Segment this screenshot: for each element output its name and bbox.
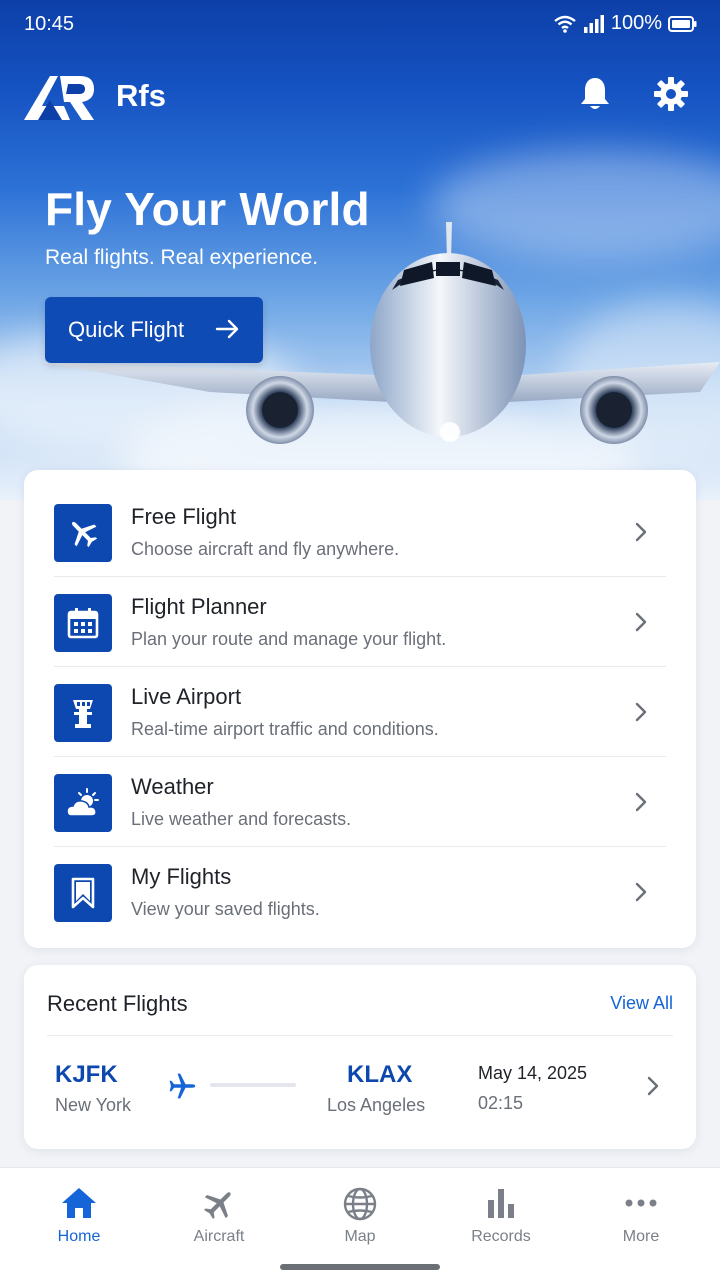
menu-item-desc: Live weather and forecasts. (131, 809, 352, 829)
gear-icon (654, 77, 688, 111)
feature-menu: Free Flight Choose aircraft and fly anyw… (24, 470, 696, 948)
app-name: Rfs (116, 78, 166, 113)
menu-item-title: Free Flight (131, 504, 237, 529)
menu-item-title: Flight Planner (131, 594, 267, 619)
menu-item-live-airport[interactable]: Live Airport Real-time airport traffic a… (54, 667, 666, 757)
nav-label: Map (344, 1228, 376, 1245)
chevron-right-icon (647, 1076, 659, 1096)
battery-icon (668, 15, 697, 32)
hero-subtitle: Real flights. Real experience. (45, 246, 319, 269)
destination-code: KLAX (347, 1061, 413, 1088)
airplane-icon (204, 1192, 231, 1219)
menu-item-desc: Real-time airport traffic and conditions… (131, 719, 439, 739)
status-indicators: 100% (553, 12, 698, 35)
more-dots-icon (625, 1199, 657, 1207)
globe-icon (343, 1187, 377, 1221)
calendar-icon (54, 594, 112, 652)
app-logo (24, 76, 94, 120)
status-time: 10:45 (24, 13, 75, 35)
airplane-icon (169, 1073, 196, 1099)
home-indicator[interactable] (280, 1264, 440, 1270)
menu-item-title: Weather (131, 774, 214, 799)
chevron-right-icon (635, 792, 647, 812)
chevron-right-icon (635, 882, 647, 902)
airplane-icon (54, 504, 112, 562)
recent-flights-card: Recent Flights View All KJFK New York KL… (24, 965, 696, 1149)
menu-item-title: Live Airport (131, 684, 242, 709)
quick-flight-label: Quick Flight (68, 317, 185, 342)
app-bar: Rfs (0, 62, 720, 132)
menu-item-free-flight[interactable]: Free Flight Choose aircraft and fly anyw… (54, 487, 666, 577)
view-all-link[interactable]: View All (610, 993, 673, 1014)
recent-flights-title: Recent Flights (47, 991, 188, 1016)
status-bar: 10:45 100% (0, 0, 720, 50)
menu-item-my-flights[interactable]: My Flights View your saved flights. (54, 847, 666, 937)
menu-item-title: My Flights (131, 864, 232, 889)
bell-icon (581, 78, 609, 109)
menu-item-desc: Choose aircraft and fly anywhere. (131, 539, 400, 559)
control-tower-icon (54, 684, 112, 742)
chevron-right-icon (635, 612, 647, 632)
nav-label: More (622, 1228, 660, 1245)
destination-city: Los Angeles (327, 1095, 426, 1115)
bookmark-icon (54, 864, 112, 922)
menu-item-flight-planner[interactable]: Flight Planner Plan your route and manag… (54, 577, 666, 667)
flight-duration: 02:15 (478, 1093, 524, 1113)
origin-code: KJFK (55, 1061, 118, 1088)
quick-flight-button[interactable]: Quick Flight (45, 297, 263, 363)
nav-aircraft[interactable]: Aircraft (147, 1168, 291, 1268)
settings-button[interactable] (651, 74, 691, 114)
battery-percent: 100% (610, 12, 662, 34)
arrow-right-icon (215, 319, 239, 339)
home-icon (62, 1188, 96, 1218)
origin-city: New York (55, 1095, 132, 1115)
menu-item-desc: Plan your route and manage your flight. (131, 629, 447, 649)
bar-chart-icon (488, 1189, 514, 1218)
menu-item-desc: View your saved flights. (131, 899, 320, 919)
nav-label: Aircraft (193, 1228, 245, 1245)
nav-map[interactable]: Map (288, 1168, 432, 1268)
nav-records[interactable]: Records (429, 1168, 573, 1268)
notifications-button[interactable] (575, 74, 615, 114)
route-line (210, 1083, 296, 1087)
nav-home[interactable]: Home (7, 1168, 151, 1268)
nav-more[interactable]: More (569, 1168, 713, 1268)
chevron-right-icon (635, 522, 647, 542)
hero-title: Fly Your World (45, 183, 370, 235)
weather-icon (54, 774, 112, 832)
flight-date: May 14, 2025 (478, 1063, 588, 1083)
recent-flight-row[interactable]: KJFK New York KLAX Los Angeles May 14, 2… (24, 1035, 696, 1149)
nav-label: Home (57, 1228, 101, 1245)
nav-label: Records (471, 1228, 531, 1245)
wifi-icon (554, 15, 576, 33)
hero-banner: 10:45 100% Rfs Fly Your World Real fligh… (0, 0, 720, 500)
chevron-right-icon (635, 702, 647, 722)
signal-icon (583, 14, 604, 33)
menu-item-weather[interactable]: Weather Live weather and forecasts. (54, 757, 666, 847)
